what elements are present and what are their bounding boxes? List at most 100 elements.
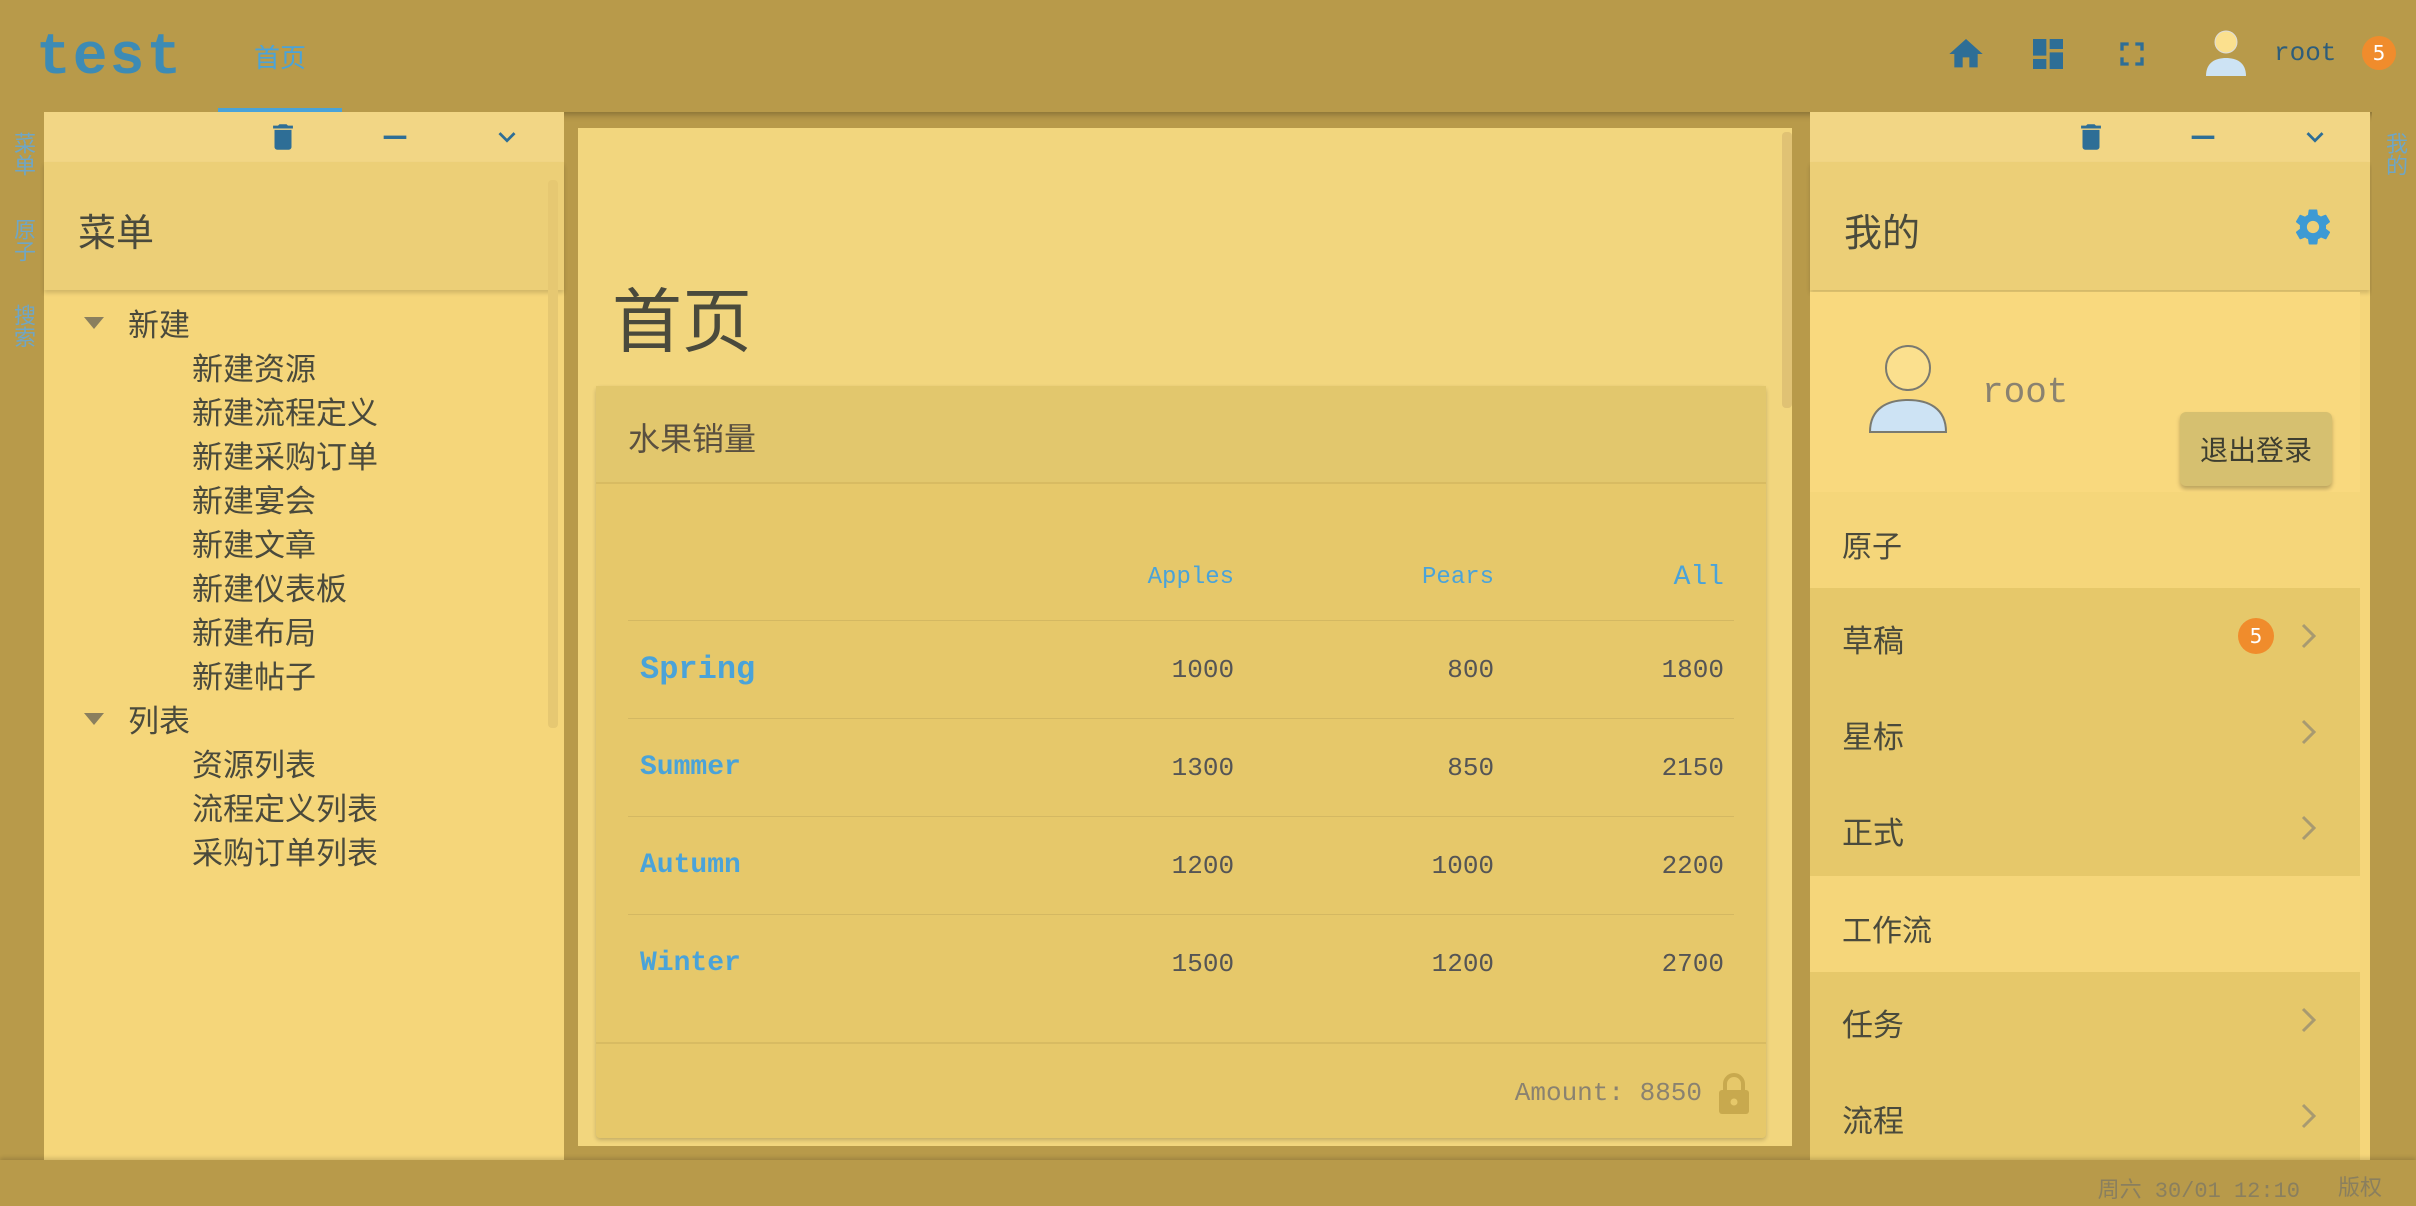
mine-panel-title: 我的 [1844, 211, 1921, 255]
chevron-right-icon [2301, 623, 2317, 649]
cell-all: 1800 [1504, 620, 1734, 719]
mine-panel-toolbar [1810, 112, 2370, 162]
menu-group-label: 列表 [128, 704, 190, 740]
rail-menu[interactable]: 菜单 [0, 132, 44, 182]
list-item-label: 星标 [1842, 720, 1904, 756]
menu-item[interactable]: 新建帖子 [192, 652, 316, 697]
profile-avatar-icon[interactable] [1862, 342, 1954, 434]
list-item-label: 流程 [1842, 1104, 1904, 1140]
table-row: Spring 1000 800 1800 [628, 620, 1734, 719]
row-header-season[interactable]: Autumn [628, 816, 939, 915]
table-row: Summer 1300 850 2150 [628, 718, 1734, 817]
home-icon[interactable] [1946, 34, 1986, 74]
tab-home[interactable]: 首页 [218, 0, 342, 112]
mine-panel: 我的 root 退出登录 原子 草稿 5 星标 正式 工作流 任务 流程 [1810, 112, 2370, 1165]
menu-item[interactable]: 新建布局 [192, 608, 316, 653]
menu-group-list[interactable]: 列表 [84, 696, 190, 741]
minimize-icon[interactable] [378, 120, 412, 154]
menu-group-new[interactable]: 新建 [84, 300, 190, 345]
logout-button[interactable]: 退出登录 [2180, 412, 2332, 486]
fruit-sales-table: Apples Pears All Spring 1000 800 1800 Su… [628, 534, 1734, 1012]
list-item-label: 草稿 [1842, 624, 1904, 660]
mine-panel-header: 我的 [1810, 162, 2370, 290]
profile-user-name: root [1982, 372, 2069, 413]
app-logo[interactable]: test [36, 26, 183, 91]
cell-all: 2200 [1504, 816, 1734, 915]
row-header-season[interactable]: Winter [628, 915, 939, 1013]
menu-item[interactable]: 新建采购订单 [192, 432, 378, 477]
menu-panel-header: 菜单 [44, 162, 564, 290]
fruit-sales-card: 水果销量 Apples Pears All Spring 1000 800 18… [596, 386, 1766, 1138]
section-heading-label: 工作流 [1842, 914, 1932, 949]
table-row: Autumn 1200 1000 2200 [628, 816, 1734, 915]
chevron-right-icon [2301, 815, 2317, 841]
trash-icon[interactable] [2074, 120, 2108, 154]
chevron-right-icon [2301, 1103, 2317, 1129]
menu-item[interactable]: 新建宴会 [192, 476, 316, 521]
list-item-label: 任务 [1842, 1008, 1904, 1044]
left-rail: 菜单 原子 搜索 [0, 112, 44, 1160]
section-heading-atom: 原子 [1810, 492, 2360, 588]
section-heading-label: 原子 [1842, 530, 1902, 565]
menu-group-label: 新建 [128, 308, 190, 344]
draft-count-badge: 5 [2238, 618, 2274, 654]
copyright-link[interactable]: 版权 [2338, 1170, 2382, 1202]
chevron-down-icon[interactable] [2298, 120, 2332, 154]
rail-atom[interactable]: 原子 [0, 218, 44, 268]
lock-icon[interactable] [1716, 1072, 1752, 1116]
cell-pears: 1200 [1431, 948, 1495, 979]
avatar-icon[interactable] [2202, 28, 2250, 78]
cell-pears: 800 [1244, 620, 1505, 719]
table-header-row: Apples Pears All [628, 534, 1734, 621]
cell-apples: 1000 [939, 620, 1245, 719]
column-header-pears[interactable]: Pears [1244, 534, 1505, 621]
rail-mine-label: 我的 [2382, 132, 2407, 176]
fullscreen-icon[interactable] [2112, 34, 2152, 74]
notification-badge[interactable]: 5 [2362, 36, 2396, 70]
trash-icon[interactable] [266, 120, 300, 154]
header-user-name[interactable]: root [2274, 38, 2336, 68]
main-scrollbar[interactable] [1782, 132, 1792, 408]
cell-apples: 1500 [1171, 948, 1235, 979]
column-header-apples[interactable]: Apples [939, 534, 1245, 621]
page-title: 首页 [612, 281, 752, 363]
card-title: 水果销量 [628, 420, 757, 458]
column-header-all[interactable]: All [1504, 534, 1734, 621]
cell-all: 2150 [1504, 718, 1734, 817]
section-heading-workflow: 工作流 [1810, 876, 2360, 972]
menu-item[interactable]: 新建资源 [192, 344, 316, 389]
rail-menu-label: 菜单 [10, 132, 35, 176]
gear-icon[interactable] [2292, 206, 2334, 248]
card-header: 水果销量 [596, 386, 1766, 484]
chevron-right-icon [2301, 719, 2317, 745]
menu-scrollbar[interactable] [548, 180, 558, 728]
cell-apples: 1200 [939, 816, 1245, 915]
menu-item[interactable]: 新建仪表板 [192, 564, 347, 609]
menu-panel-title: 菜单 [78, 211, 155, 255]
minimize-icon[interactable] [2186, 120, 2220, 154]
menu-item[interactable]: 采购订单列表 [192, 828, 378, 873]
menu-item[interactable]: 新建流程定义 [192, 388, 378, 433]
rail-mine[interactable]: 我的 [2372, 132, 2416, 182]
chevron-down-icon[interactable] [490, 120, 524, 154]
list-item-starred[interactable]: 星标 [1810, 684, 2360, 781]
menu-item[interactable]: 新建文章 [192, 520, 316, 565]
list-item-tasks[interactable]: 任务 [1810, 972, 2360, 1069]
cell-apples: 1300 [939, 718, 1245, 817]
list-item-draft[interactable]: 草稿 5 [1810, 588, 2360, 685]
dashboard-icon[interactable] [2028, 34, 2068, 74]
amount-total: Amount: 8850 [1514, 1078, 1702, 1108]
menu-panel-toolbar [44, 112, 564, 162]
menu-item[interactable]: 资源列表 [192, 740, 316, 785]
row-header-season[interactable]: Spring [628, 620, 939, 719]
menu-item[interactable]: 流程定义列表 [192, 784, 378, 829]
status-clock: 周六 30/01 12:10 [2097, 1179, 2300, 1204]
rail-search[interactable]: 搜索 [0, 304, 44, 354]
row-header-season[interactable]: Summer [628, 718, 939, 817]
list-item-formal[interactable]: 正式 [1810, 780, 2360, 877]
tab-home-label: 首页 [253, 43, 306, 74]
cell-all: 2700 [1661, 948, 1724, 979]
list-item-label: 正式 [1842, 816, 1904, 852]
list-item-flows[interactable]: 流程 [1810, 1068, 2360, 1165]
profile-section: root 退出登录 [1810, 292, 2360, 492]
